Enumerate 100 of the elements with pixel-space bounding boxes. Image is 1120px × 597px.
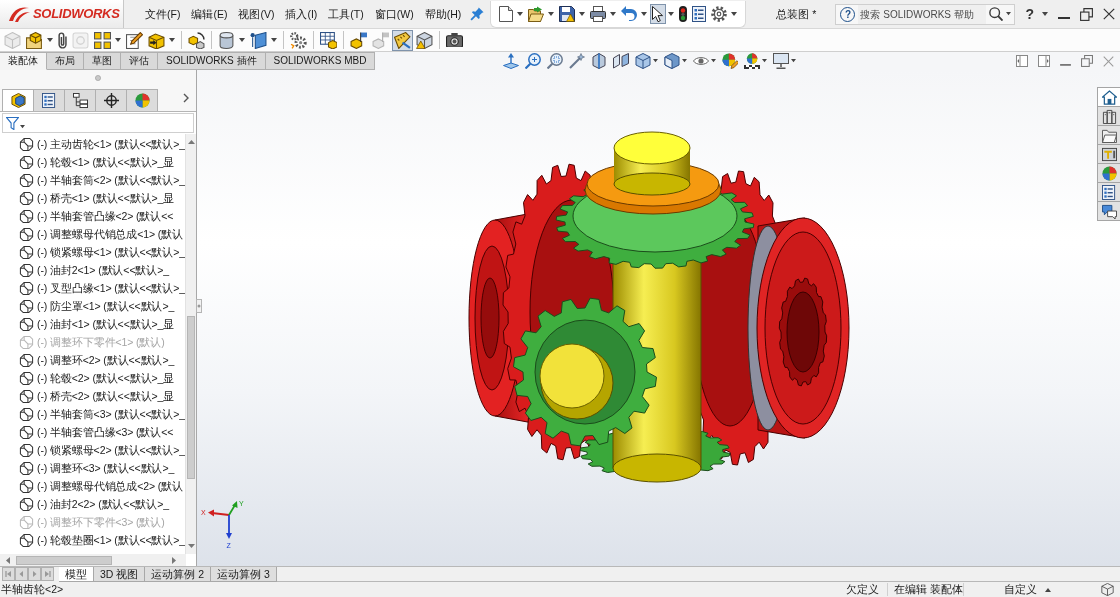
- tree-item[interactable]: (-) 轮毂<1> (默认<<默认>_显: [37, 155, 175, 169]
- tab[interactable]: 运动算例 2: [145, 567, 212, 582]
- grid-icon[interactable]: [92, 29, 114, 51]
- tree-item[interactable]: (-) 轮毂<2> (默认<<默认>_显: [37, 371, 175, 385]
- tree-item[interactable]: (-) 半轴套管凸缘<3> (默认<<: [37, 425, 174, 439]
- caret-icon[interactable]: [47, 38, 53, 42]
- menu-item[interactable]: 帮助(H): [423, 5, 463, 23]
- tree-item[interactable]: (-) 防尘罩<1> (默认<<默认>_: [37, 299, 175, 313]
- search-icon[interactable]: [989, 7, 1004, 21]
- tree-item[interactable]: (-) 油封2<1> (默认<<默认>_: [37, 263, 169, 277]
- panel-tab[interactable]: [33, 89, 65, 111]
- panel-tab[interactable]: [64, 89, 96, 111]
- printer-icon[interactable]: [588, 3, 609, 24]
- tree-item[interactable]: (-) 桥壳<1> (默认<<默认>_显: [37, 191, 175, 205]
- status-field[interactable]: 自定义: [1004, 583, 1037, 596]
- magnifier-icon[interactable]: [547, 53, 564, 69]
- ruler-icon[interactable]: [392, 29, 414, 51]
- tab[interactable]: 3D 视图: [94, 567, 146, 582]
- task-pane-tab[interactable]: [1097, 106, 1120, 126]
- filter-icon[interactable]: [6, 116, 19, 130]
- new-document-icon[interactable]: [497, 3, 516, 24]
- tree-item[interactable]: (-) 锁紧螺母<2> (默认<<默认>_: [37, 443, 185, 457]
- caret-icon[interactable]: [731, 11, 738, 16]
- close-icon[interactable]: [1103, 8, 1115, 20]
- paperclip-icon[interactable]: [56, 29, 70, 51]
- shaded-cube-icon[interactable]: [664, 53, 681, 69]
- table-icon[interactable]: [318, 29, 340, 51]
- scroll-down-icon[interactable]: [187, 544, 195, 548]
- caret-icon[interactable]: [579, 11, 586, 16]
- tree-item[interactable]: (-) 桥壳<2> (默认<<默认>_显: [37, 389, 175, 403]
- tree-item[interactable]: (-) 锁紧螺母<1> (默认<<默认>_: [37, 245, 185, 259]
- cube-icon[interactable]: [635, 53, 652, 69]
- tree-item[interactable]: (-) 调整螺母代销总成<2> (默认: [37, 479, 184, 493]
- help-button[interactable]: ?: [1025, 6, 1034, 22]
- menu-item[interactable]: 视图(V): [237, 5, 276, 23]
- hexagons-arc-icon[interactable]: [186, 29, 208, 51]
- plane-icon[interactable]: [248, 29, 270, 51]
- menu-item[interactable]: 工具(T): [327, 5, 365, 23]
- folder-cube-icon[interactable]: [24, 29, 45, 51]
- grip-icon[interactable]: [95, 74, 101, 81]
- caret-icon[interactable]: [1006, 12, 1012, 16]
- cube-warning-icon[interactable]: [414, 29, 436, 51]
- tab[interactable]: 模型: [59, 567, 94, 582]
- caret-icon[interactable]: [271, 38, 278, 42]
- scrollbar-thumb[interactable]: [187, 316, 195, 479]
- cube-outline-icon[interactable]: [1101, 583, 1114, 596]
- tree-item[interactable]: (-) 调整螺母代销总成<1> (默认: [37, 227, 184, 241]
- caret-icon[interactable]: [711, 59, 717, 63]
- scroll-right-icon[interactable]: [172, 556, 176, 564]
- tree-item[interactable]: (-) 油封<1> (默认<<默认>_显: [37, 317, 175, 331]
- panels-icon[interactable]: [613, 53, 630, 69]
- search-field[interactable]: ? 搜索 SOLIDWORKS 帮助: [835, 3, 1016, 25]
- caret-icon[interactable]: [1042, 12, 1048, 16]
- tab[interactable]: SOLIDWORKS MBD: [265, 52, 376, 70]
- caret-icon[interactable]: [239, 38, 246, 42]
- tree-item[interactable]: (-) 油封2<2> (默认<<默认>_: [37, 497, 169, 511]
- caret-icon[interactable]: [762, 59, 768, 63]
- tree-item[interactable]: (-) 半轴套筒<3> (默认<<默认>_: [37, 407, 185, 421]
- splitter-grip-icon[interactable]: [196, 299, 202, 313]
- task-pane-tab[interactable]: [1097, 144, 1120, 164]
- axis-icon[interactable]: [503, 53, 520, 69]
- task-pane-tab[interactable]: [1097, 201, 1120, 221]
- scrollbar-thumb[interactable]: [16, 555, 112, 565]
- tree-item[interactable]: (-) 轮毂垫圈<1> (默认<<默认>_: [37, 533, 185, 547]
- undo-icon[interactable]: [619, 4, 640, 23]
- menu-item[interactable]: 窗口(W): [373, 5, 415, 23]
- chevron-right-icon[interactable]: [183, 93, 189, 103]
- caret-icon[interactable]: [641, 11, 648, 16]
- caret-icon[interactable]: [548, 11, 555, 16]
- task-pane-tab[interactable]: [1097, 182, 1120, 202]
- tree-item[interactable]: (-) 叉型凸缘<1> (默认<<默认>_: [37, 281, 185, 295]
- sphere-pencil-icon[interactable]: [722, 53, 739, 69]
- monitor-icon[interactable]: [773, 53, 790, 69]
- caret-icon[interactable]: [115, 38, 122, 42]
- tree-item[interactable]: (-) 半轴套筒<2> (默认<<默认>_: [37, 173, 185, 187]
- tree-item[interactable]: (-) 主动齿轮<1> (默认<<默认>_: [37, 137, 185, 151]
- pencil-document-icon[interactable]: [124, 29, 146, 51]
- settings-icon[interactable]: [709, 3, 730, 24]
- sphere-floor-icon[interactable]: [744, 53, 761, 69]
- list-icon[interactable]: [690, 3, 709, 24]
- magnifier-icon[interactable]: [525, 53, 542, 69]
- task-pane-tab[interactable]: [1097, 87, 1120, 107]
- menu-item[interactable]: 插入(I): [284, 5, 319, 23]
- caret-icon[interactable]: [20, 125, 25, 129]
- sectioned-cube-icon[interactable]: [591, 53, 608, 69]
- panel-tab[interactable]: [95, 89, 127, 111]
- menu-item[interactable]: 编辑(E): [190, 5, 229, 23]
- panel-tab[interactable]: [2, 89, 34, 111]
- caret-icon[interactable]: [791, 59, 797, 63]
- vertical-scrollbar[interactable]: [185, 134, 196, 554]
- menu-item[interactable]: 文件(F): [144, 5, 182, 23]
- traffic-light-icon[interactable]: [677, 3, 690, 24]
- caret-icon[interactable]: [517, 11, 524, 16]
- camera-icon[interactable]: [444, 30, 466, 50]
- caret-up-icon[interactable]: [1045, 587, 1051, 592]
- gears-icon[interactable]: [288, 29, 310, 51]
- wand-icon[interactable]: [569, 53, 586, 69]
- task-pane-tab[interactable]: [1097, 125, 1120, 145]
- tree-item[interactable]: (-) 调整环<3> (默认<<默认>_: [37, 461, 175, 475]
- tab[interactable]: SOLIDWORKS 插件: [158, 52, 266, 70]
